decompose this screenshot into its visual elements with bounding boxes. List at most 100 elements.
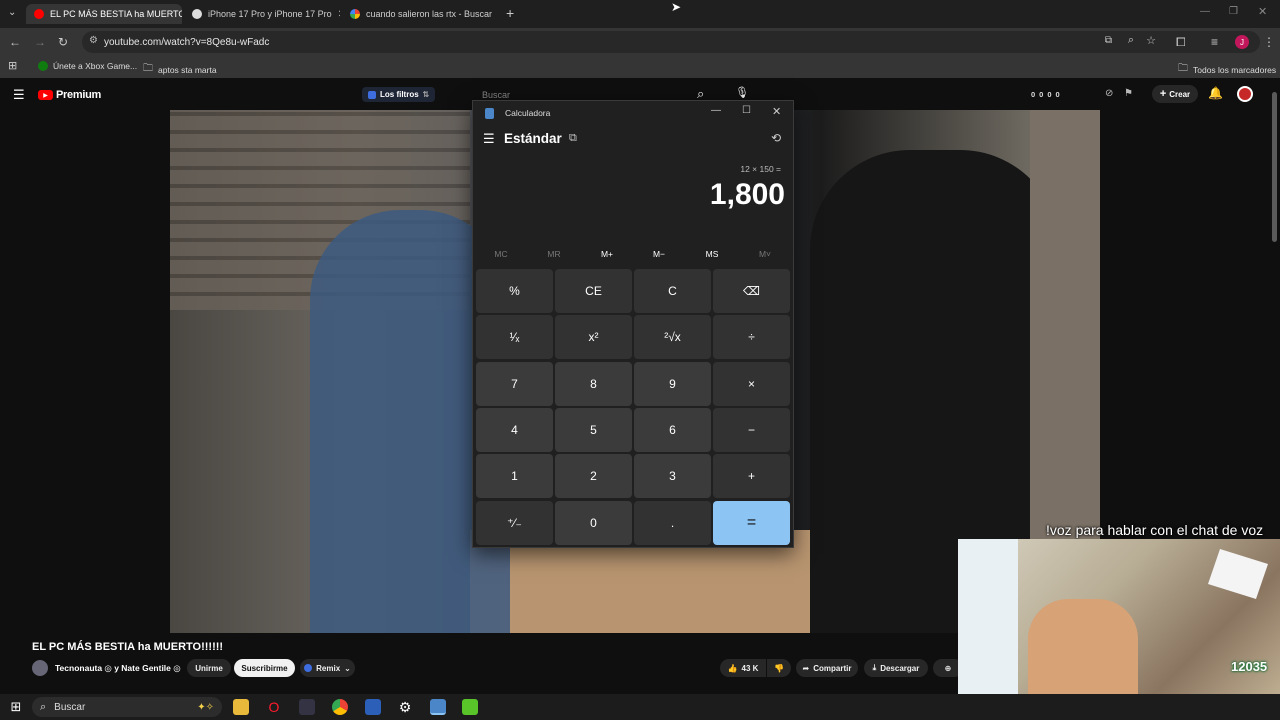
download-button[interactable]: ⤓ Descargar bbox=[864, 659, 928, 677]
page-scrollbar[interactable] bbox=[1272, 92, 1277, 242]
square-root-key[interactable]: ²√x bbox=[634, 315, 711, 360]
back-arrow-icon[interactable]: ← bbox=[9, 35, 21, 49]
site-info-icon[interactable]: ⚙ bbox=[89, 35, 98, 46]
dislike-button[interactable]: 👎 bbox=[767, 659, 791, 677]
digit-3-key[interactable]: 3 bbox=[634, 454, 711, 499]
memory-button[interactable]: M+ bbox=[587, 249, 627, 259]
app-icon[interactable] bbox=[299, 699, 315, 715]
download-label: Descargar bbox=[880, 663, 920, 673]
tab-youtube[interactable]: EL PC MÁS BESTIA ha MUERTO ✕ bbox=[26, 4, 182, 24]
windows-start-icon[interactable]: ⊞ bbox=[8, 699, 24, 715]
square-key[interactable]: x² bbox=[555, 315, 632, 360]
maximize-window-icon[interactable]: ❐ bbox=[1229, 6, 1238, 17]
digit-1-key[interactable]: 1 bbox=[476, 454, 553, 499]
like-button[interactable]: 👍 43 K bbox=[720, 659, 766, 677]
digit-4-key[interactable]: 4 bbox=[476, 407, 553, 452]
media-controls-icon[interactable]: ≡ bbox=[1211, 35, 1218, 49]
zoom-icon[interactable]: ⌕ bbox=[1128, 34, 1134, 47]
create-button[interactable]: + Crear bbox=[1152, 85, 1198, 103]
remix-button[interactable]: Remix ⌄ bbox=[300, 659, 355, 677]
join-button[interactable]: Unirme bbox=[187, 659, 231, 677]
memory-button[interactable]: M− bbox=[639, 249, 679, 259]
memory-button[interactable]: MR bbox=[534, 249, 574, 259]
navigation-menu-icon[interactable]: ☰ bbox=[483, 131, 495, 147]
close-tab-icon[interactable]: ✕ bbox=[338, 9, 340, 20]
digit-9-key[interactable]: 9 bbox=[634, 361, 711, 406]
filters-button[interactable]: Los filtros ⇅ bbox=[362, 87, 436, 102]
join-label: Unirme bbox=[195, 663, 223, 673]
store-icon[interactable] bbox=[365, 699, 381, 715]
extension-icon[interactable]: ⊘ bbox=[1105, 88, 1113, 99]
reciprocal-key[interactable]: ¹⁄ₓ bbox=[476, 315, 553, 360]
profile-avatar[interactable]: J bbox=[1235, 35, 1249, 49]
youtube-logo[interactable]: ▶ Premium bbox=[38, 89, 101, 101]
memory-button[interactable]: MC bbox=[481, 249, 521, 259]
decimal-key[interactable]: . bbox=[634, 500, 711, 545]
memory-button[interactable]: MS bbox=[692, 249, 732, 259]
maximize-icon[interactable]: ☐ bbox=[742, 105, 751, 116]
backspace-key[interactable]: ⌫ bbox=[713, 269, 790, 313]
divide-key[interactable]: ÷ bbox=[713, 315, 790, 360]
digit-0-key[interactable]: 0 bbox=[555, 500, 632, 545]
all-bookmarks[interactable]: 🗀 Todos los marcadores bbox=[1178, 61, 1276, 78]
calculator-taskbar-icon[interactable] bbox=[430, 699, 446, 715]
clear-key[interactable]: C bbox=[634, 269, 711, 313]
channel-avatar[interactable] bbox=[32, 660, 48, 676]
calculator-mode: Estándar bbox=[504, 131, 562, 146]
digit-5-key[interactable]: 5 bbox=[555, 407, 632, 452]
minimize-icon[interactable]: — bbox=[711, 105, 721, 116]
youtube-play-icon: ▶ bbox=[38, 90, 53, 100]
bookmarks-bar: ⊞ Únete a Xbox Game... 🗀 aptos sta marta… bbox=[0, 56, 1280, 78]
chrome-icon[interactable] bbox=[332, 699, 348, 715]
negate-key[interactable]: ⁺⁄₋ bbox=[476, 500, 553, 545]
digit-8-key[interactable]: 8 bbox=[555, 361, 632, 406]
taskbar-search[interactable]: ⌕ Buscar ✦✧ bbox=[32, 697, 222, 717]
subscribe-button[interactable]: Suscribirme bbox=[234, 659, 295, 677]
close-icon[interactable]: ✕ bbox=[772, 105, 781, 118]
digit-2-key[interactable]: 2 bbox=[555, 454, 632, 499]
keep-on-top-icon[interactable]: ⧉ bbox=[569, 132, 577, 145]
subtract-key[interactable]: − bbox=[713, 407, 790, 452]
hamburger-menu-icon[interactable]: ☰ bbox=[13, 87, 25, 103]
like-count: 43 K bbox=[741, 663, 759, 673]
tab-iphone[interactable]: iPhone 17 Pro y iPhone 17 Pro ✕ bbox=[184, 4, 340, 24]
notifications-bell-icon[interactable]: 🔔 bbox=[1208, 86, 1223, 100]
chevron-down-icon: ⌄ bbox=[344, 663, 351, 673]
history-icon[interactable]: ⟲ bbox=[771, 131, 781, 145]
new-tab-plus-icon[interactable]: + bbox=[506, 5, 514, 21]
bookmark-star-icon[interactable]: ☆ bbox=[1146, 34, 1156, 47]
tab-list-chevron-icon[interactable]: ⌄ bbox=[8, 7, 16, 18]
url-bar[interactable]: ⚙ youtube.com/watch?v=8Qe8u-wFadc ⧉ ⌕ ☆ bbox=[82, 31, 1260, 53]
digit-7-key[interactable]: 7 bbox=[476, 361, 553, 406]
close-window-icon[interactable]: ✕ bbox=[1258, 5, 1267, 18]
channel-name[interactable]: Tecnonauta ◎ y Nate Gentile ◎ bbox=[55, 663, 181, 674]
minimize-window-icon[interactable]: — bbox=[1200, 6, 1210, 17]
multiply-key[interactable]: × bbox=[713, 361, 790, 406]
reload-icon[interactable]: ↻ bbox=[58, 35, 68, 49]
memory-button[interactable]: M˅ bbox=[745, 249, 785, 259]
calculator-display: 1,800 bbox=[709, 178, 785, 211]
forward-arrow-icon[interactable]: → bbox=[34, 35, 46, 49]
install-app-icon[interactable]: ⧉ bbox=[1105, 35, 1112, 46]
share-button[interactable]: ➦ Compartir bbox=[796, 659, 858, 677]
clear-entry-key[interactable]: CE bbox=[555, 269, 632, 313]
cube-app-icon[interactable] bbox=[462, 699, 478, 715]
file-explorer-icon[interactable] bbox=[233, 699, 249, 715]
settings-gear-icon[interactable]: ⚙ bbox=[397, 699, 413, 715]
flag-icon[interactable]: ⚑ bbox=[1124, 88, 1133, 99]
extensions-icon[interactable]: ⧠ bbox=[1176, 35, 1186, 50]
add-key[interactable]: + bbox=[713, 454, 790, 499]
microphone-icon[interactable]: 🎙 bbox=[735, 86, 749, 99]
opera-icon[interactable]: O bbox=[266, 699, 282, 715]
equals-key[interactable]: = bbox=[713, 500, 790, 545]
browser-menu-icon[interactable]: ⋮ bbox=[1263, 35, 1275, 49]
tab-search[interactable]: cuando salieron las rtx - Buscar ✕ bbox=[342, 4, 498, 24]
bookmark-aptos[interactable]: 🗀 aptos sta marta bbox=[143, 61, 217, 78]
user-avatar[interactable] bbox=[1237, 86, 1253, 102]
bookmark-xbox[interactable]: Únete a Xbox Game... bbox=[38, 61, 137, 71]
counter: 0 bbox=[1047, 90, 1052, 99]
apps-grid-icon[interactable]: ⊞ bbox=[8, 59, 17, 72]
percent-key[interactable]: % bbox=[476, 269, 553, 313]
digit-6-key[interactable]: 6 bbox=[634, 407, 711, 452]
bookmark-label: aptos sta marta bbox=[158, 64, 217, 75]
